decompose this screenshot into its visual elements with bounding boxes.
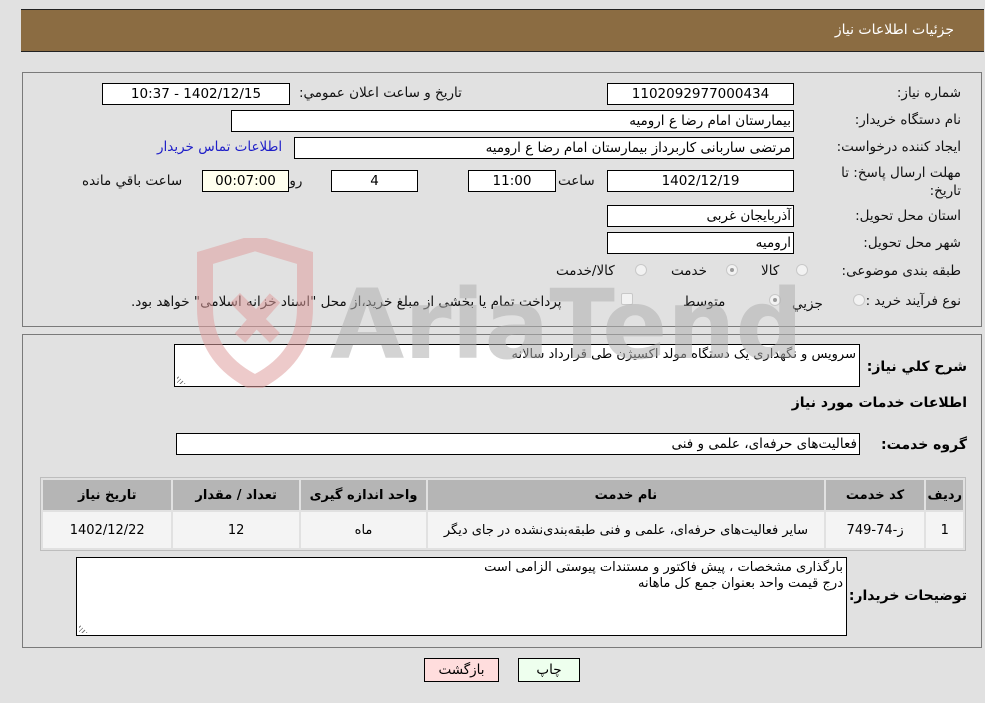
category-option-goods: کالا bbox=[761, 263, 780, 279]
general-desc-textarea[interactable]: سرویس و نگهداری یک دستگاه مولد اکسیژن طی… bbox=[174, 344, 860, 387]
process-option-minor: جزيي bbox=[792, 296, 823, 312]
remaining-time-field[interactable]: 00:07:00 bbox=[202, 170, 289, 192]
resize-grip-icon[interactable] bbox=[177, 375, 186, 384]
resize-grip-icon[interactable] bbox=[79, 624, 88, 633]
buyer-contact-link[interactable]: اطلاعات تماس خریدار bbox=[157, 139, 282, 155]
table-row: 1 ز-74-749 سایر فعالیت‌های حرفه‌ای، علمی… bbox=[40, 510, 965, 550]
cell-service-code: ز-74-749 bbox=[823, 510, 927, 550]
cell-service-name: سایر فعالیت‌های حرفه‌ای، علمی و فنی طبقه… bbox=[426, 510, 826, 550]
service-group-label: گروه خدمت: bbox=[881, 437, 967, 453]
buyer-notes-label: توضیحات خریدار: bbox=[848, 588, 967, 604]
deadline-time-field[interactable]: 11:00 bbox=[468, 170, 556, 192]
treasury-note: پرداخت تمام یا بخشی از مبلغ خرید،از محل … bbox=[131, 294, 562, 310]
page-title: جزئیات اطلاعات نیاز bbox=[834, 22, 954, 38]
category-option-service: خدمت bbox=[671, 263, 707, 279]
purchase-process-label: نوع فرآیند خرید : bbox=[865, 293, 961, 309]
remaining-days-field[interactable]: 4 bbox=[331, 170, 418, 192]
col-header-service-name: نام خدمت bbox=[426, 478, 826, 512]
col-header-unit: واحد اندازه گیری bbox=[298, 478, 429, 512]
announce-datetime-label: تاریخ و ساعت اعلان عمومي: bbox=[299, 85, 462, 101]
services-section-title: اطلاعات خدمات مورد نیاز bbox=[791, 395, 967, 411]
deadline-time-label: ساعت bbox=[558, 173, 595, 189]
creator-label: ایجاد کننده درخواست: bbox=[836, 139, 961, 155]
treasury-checkbox[interactable] bbox=[621, 293, 633, 305]
category-radio-service[interactable] bbox=[726, 264, 738, 276]
service-group-field[interactable]: فعالیت‌های حرفه‌ای، علمی و فنی bbox=[176, 433, 860, 455]
table-header-row: ردیف کد خدمت نام خدمت واحد اندازه گیری ت… bbox=[40, 478, 965, 512]
general-desc-text: سرویس و نگهداری یک دستگاه مولد اکسیژن طی… bbox=[511, 347, 857, 362]
buyer-notes-line-2: درج قیمت واحد بعنوان جمع کل ماهانه bbox=[638, 576, 843, 591]
buyer-org-field[interactable]: بیمارستان امام رضا ع ارومیه bbox=[231, 110, 794, 132]
deadline-date-field[interactable]: 1402/12/19 bbox=[607, 170, 794, 192]
col-header-row-number: ردیف bbox=[924, 478, 965, 512]
city-field[interactable]: ارومیه bbox=[607, 232, 794, 254]
buyer-notes-textarea[interactable]: بارگذاری مشخصات ، پیش فاکتور و مستندات پ… bbox=[76, 557, 847, 636]
process-option-medium: متوسط bbox=[683, 294, 726, 310]
cell-quantity: 12 bbox=[171, 510, 301, 550]
category-radio-goods-service[interactable] bbox=[635, 264, 647, 276]
col-header-quantity: تعداد / مقدار bbox=[171, 478, 301, 512]
services-table: ردیف کد خدمت نام خدمت واحد اندازه گیری ت… bbox=[40, 477, 966, 551]
col-header-service-code: کد خدمت bbox=[823, 478, 927, 512]
need-number-field[interactable]: 1102092977000434 bbox=[607, 83, 794, 105]
cell-unit: ماه bbox=[298, 510, 429, 550]
buyer-notes-line-1: بارگذاری مشخصات ، پیش فاکتور و مستندات پ… bbox=[484, 560, 843, 575]
page-header: جزئیات اطلاعات نیاز bbox=[21, 9, 984, 52]
need-details-panel: شرح کلي نیاز: سرویس و نگهداری یک دستگاه … bbox=[22, 334, 982, 648]
cell-need-date: 1402/12/22 bbox=[40, 510, 174, 550]
need-info-panel: شماره نیاز: 1102092977000434 تاریخ و ساع… bbox=[22, 72, 982, 327]
category-radio-goods[interactable] bbox=[796, 264, 808, 276]
province-label: استان محل تحویل: bbox=[855, 208, 961, 224]
remaining-time-label: ساعت باقي مانده bbox=[82, 173, 183, 189]
creator-field[interactable]: مرتضی ساربانی کاربرداز بیمارستان امام رض… bbox=[294, 137, 794, 159]
announce-datetime-field[interactable]: 1402/12/15 - 10:37 bbox=[102, 83, 290, 105]
deadline-label-line1: مهلت ارسال پاسخ: تا bbox=[841, 165, 961, 181]
general-desc-label: شرح کلي نیاز: bbox=[866, 359, 967, 375]
col-header-need-date: تاریخ نیاز bbox=[40, 478, 174, 512]
buyer-org-label: نام دستگاه خریدار: bbox=[854, 112, 961, 128]
category-label: طبقه بندی موضوعی: bbox=[841, 263, 961, 279]
category-option-goods-service: کالا/خدمت bbox=[556, 263, 615, 279]
need-number-label: شماره نیاز: bbox=[896, 85, 961, 101]
cell-row-number: 1 bbox=[924, 510, 965, 550]
process-radio-medium[interactable] bbox=[769, 294, 781, 306]
print-button[interactable]: چاپ bbox=[518, 658, 580, 682]
process-radio-minor[interactable] bbox=[853, 294, 865, 306]
city-label: شهر محل تحویل: bbox=[863, 235, 961, 251]
province-field[interactable]: آذربایجان غربی bbox=[607, 205, 794, 227]
back-button[interactable]: بازگشت bbox=[424, 658, 499, 682]
deadline-label-line2: تاریخ: bbox=[929, 183, 961, 199]
